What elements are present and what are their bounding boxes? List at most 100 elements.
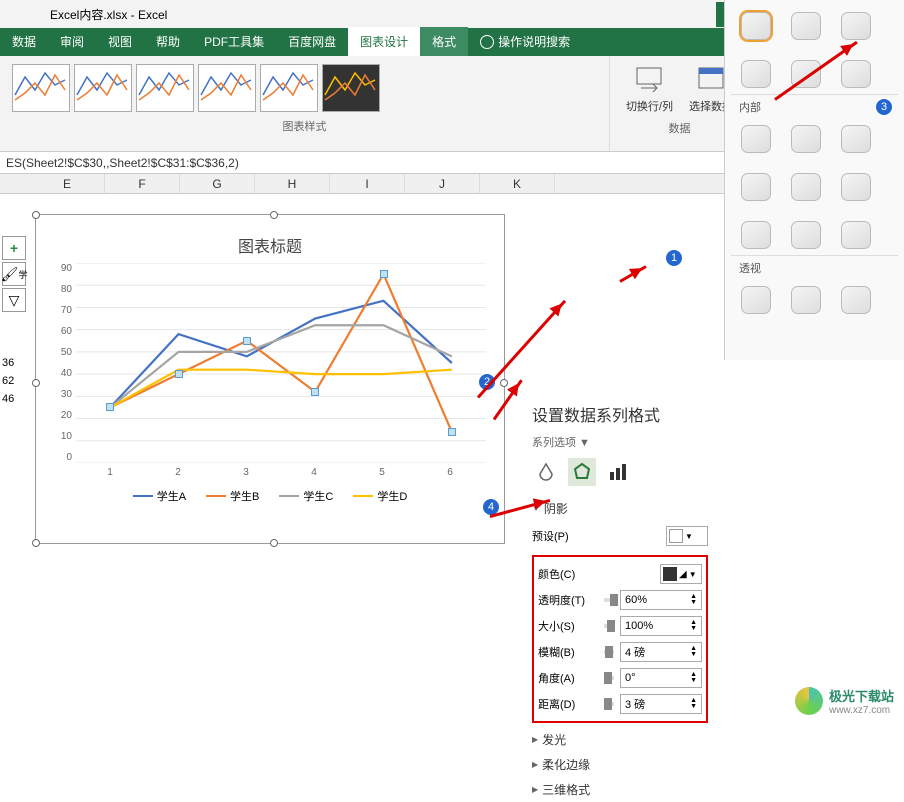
resize-handle[interactable]: [32, 539, 40, 547]
resize-handle[interactable]: [270, 211, 278, 219]
series-marker[interactable]: [448, 428, 456, 436]
legend-item[interactable]: 学生B: [206, 488, 259, 504]
chart-elements-button[interactable]: +: [2, 236, 26, 260]
series-marker[interactable]: [106, 403, 114, 411]
transparency-label: 透明度(T): [538, 592, 598, 608]
file-title: Excel内容.xlsx - Excel: [50, 6, 167, 23]
series-marker[interactable]: [380, 270, 388, 278]
chart-styles-gallery[interactable]: [8, 60, 601, 116]
preset-option[interactable]: [791, 173, 821, 201]
format-pane-title: 设置数据系列格式: [520, 394, 720, 434]
chart-title[interactable]: 图表标题: [36, 215, 504, 263]
tab-help[interactable]: 帮助: [144, 27, 192, 56]
legend-item[interactable]: 学生C: [279, 488, 333, 504]
preset-option[interactable]: [841, 125, 871, 153]
three-d-section[interactable]: 三维格式: [520, 777, 720, 802]
chart-style-thumb[interactable]: [74, 64, 132, 112]
preset-option[interactable]: [841, 286, 871, 314]
size-input[interactable]: 100%▲▼: [620, 616, 702, 636]
series-options-dropdown[interactable]: 系列选项 ▼: [520, 434, 720, 458]
tab-baidu[interactable]: 百度网盘: [276, 27, 348, 56]
legend-item[interactable]: 学生A: [133, 488, 186, 504]
chart-style-thumb[interactable]: [136, 64, 194, 112]
preset-option[interactable]: [841, 60, 871, 88]
preset-option[interactable]: [741, 12, 771, 40]
tab-chart-design[interactable]: 图表设计: [348, 27, 420, 56]
legend-item[interactable]: 学生D: [353, 488, 407, 504]
resize-handle[interactable]: [270, 539, 278, 547]
size-slider[interactable]: [604, 624, 614, 628]
series-marker[interactable]: [243, 337, 251, 345]
distance-input[interactable]: 3 磅▲▼: [620, 694, 702, 714]
resize-handle[interactable]: [32, 379, 40, 387]
annotation-badge-1: 1: [665, 249, 683, 267]
soft-edges-section[interactable]: 柔化边缘: [520, 752, 720, 777]
angle-input[interactable]: 0°▲▼: [620, 668, 702, 688]
tab-view[interactable]: 视图: [96, 27, 144, 56]
col-header[interactable]: J: [405, 174, 480, 193]
preset-option[interactable]: [841, 12, 871, 40]
preset-option[interactable]: [791, 125, 821, 153]
preset-option[interactable]: [741, 221, 771, 249]
resize-handle[interactable]: [500, 379, 508, 387]
effects-tab-icon[interactable]: [568, 458, 596, 486]
tell-me-search[interactable]: 操作说明搜索: [468, 27, 582, 56]
col-header[interactable]: F: [105, 174, 180, 193]
col-header[interactable]: G: [180, 174, 255, 193]
transparency-input[interactable]: 60%▲▼: [620, 590, 702, 610]
data-group-label: 数据: [618, 118, 741, 138]
preset-option[interactable]: [791, 286, 821, 314]
preset-option[interactable]: [741, 60, 771, 88]
transparency-slider[interactable]: [604, 598, 614, 602]
chart-style-thumb[interactable]: [260, 64, 318, 112]
col-header[interactable]: E: [30, 174, 105, 193]
chart-styles-label: 图表样式: [8, 116, 601, 136]
preset-option[interactable]: [791, 12, 821, 40]
chart-filter-button[interactable]: ▽: [2, 288, 26, 312]
resize-handle[interactable]: [32, 211, 40, 219]
tab-format[interactable]: 格式: [420, 27, 468, 56]
tab-review[interactable]: 审阅: [48, 27, 96, 56]
preset-option[interactable]: [741, 173, 771, 201]
perspective-section-label: 透视: [731, 255, 898, 280]
inner-section-label: 内部: [731, 94, 898, 119]
shadow-color-picker[interactable]: ◢▼: [660, 564, 702, 584]
glow-section[interactable]: 发光: [520, 727, 720, 752]
y-axis: 9080706050403020100: [48, 263, 72, 463]
preset-option[interactable]: [841, 173, 871, 201]
distance-slider[interactable]: [604, 702, 614, 706]
fill-line-tab-icon[interactable]: [532, 458, 560, 486]
tab-pdf[interactable]: PDF工具集: [192, 27, 276, 56]
col-header[interactable]: H: [255, 174, 330, 193]
series-options-tab-icon[interactable]: [604, 458, 632, 486]
chart-styles-button[interactable]: 🖌学: [2, 262, 26, 286]
switch-row-col-button[interactable]: 切换行/列: [618, 60, 681, 118]
series-marker[interactable]: [175, 370, 183, 378]
preset-option[interactable]: [841, 221, 871, 249]
chart-plot-area[interactable]: 9080706050403020100: [76, 263, 484, 463]
chart-object[interactable]: 图表标题 9080706050403020100 123456 学生A 学生B …: [35, 214, 505, 544]
angle-label: 角度(A): [538, 670, 598, 686]
blur-input[interactable]: 4 磅▲▼: [620, 642, 702, 662]
preset-option[interactable]: [741, 286, 771, 314]
blur-label: 模糊(B): [538, 644, 598, 660]
series-marker[interactable]: [311, 388, 319, 396]
chart-lines: [76, 263, 486, 463]
chart-legend[interactable]: 学生A 学生B 学生C 学生D: [36, 478, 504, 514]
shadow-preset-gallery: 内部 透视: [724, 0, 904, 360]
row-numbers: 36 62 46: [2, 354, 14, 408]
preset-option[interactable]: [791, 221, 821, 249]
bucket-icon: ◢: [679, 569, 687, 580]
blur-slider[interactable]: [604, 650, 614, 654]
tab-data[interactable]: 数据: [0, 27, 48, 56]
chart-style-thumb[interactable]: [198, 64, 256, 112]
col-header[interactable]: K: [480, 174, 555, 193]
watermark-logo: [795, 687, 823, 715]
preset-dropdown[interactable]: ▼: [666, 526, 708, 546]
chart-style-thumb[interactable]: [322, 64, 380, 112]
col-header[interactable]: I: [330, 174, 405, 193]
chart-style-thumb[interactable]: [12, 64, 70, 112]
angle-slider[interactable]: [604, 676, 614, 680]
preset-option[interactable]: [741, 125, 771, 153]
shadow-properties-highlight: 颜色(C)◢▼ 透明度(T)60%▲▼ 大小(S)100%▲▼ 模糊(B)4 磅…: [532, 555, 708, 723]
